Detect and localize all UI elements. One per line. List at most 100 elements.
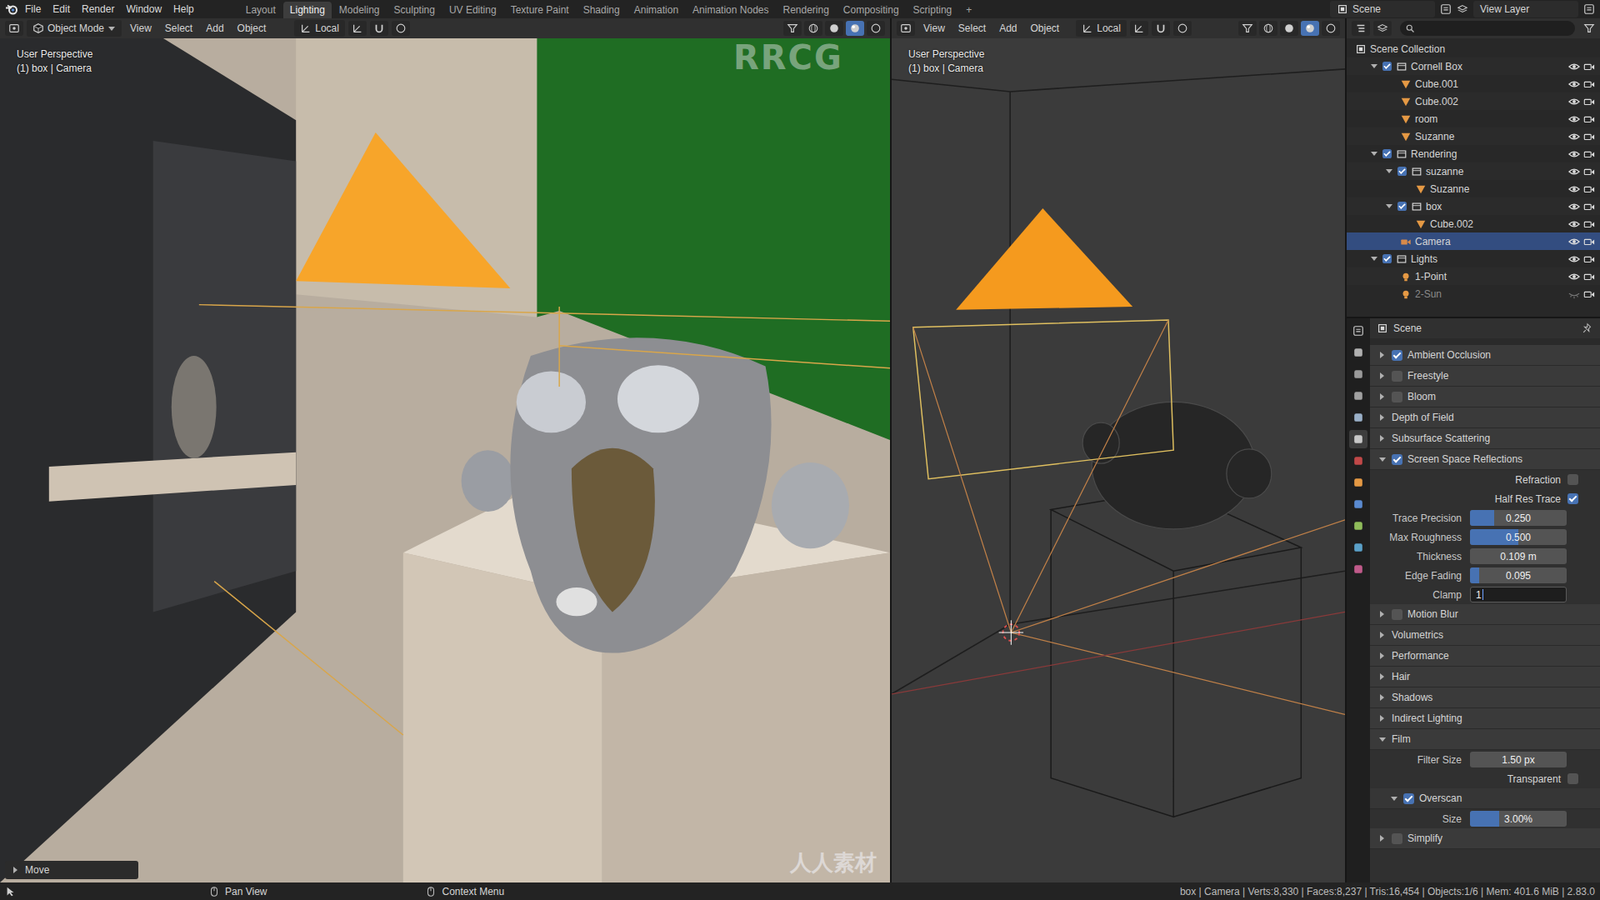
render-camera-icon[interactable] [1583,130,1595,143]
workspace-tab[interactable]: Lighting [283,1,332,19]
outliner-row[interactable]: Rendering [1346,145,1600,163]
outliner-label[interactable]: 1-Point [1415,270,1565,283]
render-camera-icon[interactable] [1583,235,1595,248]
menu-item[interactable]: Edit [47,0,75,19]
panel-header[interactable]: Simplify [1370,828,1600,850]
mode-dropdown[interactable]: Object Mode [26,20,122,37]
expand-arrow[interactable] [1385,204,1393,209]
shading-button[interactable] [845,20,865,36]
header-menu[interactable]: View [125,20,157,37]
view-layer-selector[interactable]: View Layer [1473,0,1579,18]
outliner-label[interactable]: Cube.002 [1415,95,1565,108]
outliner-label[interactable]: Suzanne [1430,183,1565,195]
panel-checkbox[interactable] [1391,391,1403,403]
panel-checkbox[interactable] [1403,793,1415,805]
panel-title[interactable]: Bloom [1407,390,1436,403]
header-menu[interactable]: Select [160,20,198,37]
editor-type-button[interactable] [1351,20,1370,36]
text-input[interactable]: 1 [1470,586,1567,603]
visible-eye-icon[interactable] [1568,148,1580,160]
slider-field[interactable]: 3.00% [1470,810,1567,827]
visible-eye-icon[interactable] [1568,183,1580,195]
expand-arrow[interactable] [1370,64,1378,69]
render-camera-icon[interactable] [1583,95,1595,108]
header-menu[interactable]: View [918,20,950,37]
panel-header[interactable]: Overscan [1370,788,1600,810]
expand-arrow[interactable] [1380,414,1385,421]
scene-name[interactable]: Scene [1352,1,1381,17]
outliner-row[interactable]: Cube.002 [1346,215,1600,233]
shading-button[interactable] [1300,20,1320,36]
header-menu[interactable]: Select [953,20,991,37]
property-checkbox[interactable] [1567,773,1579,785]
orientation-dropdown[interactable]: Local [1075,20,1127,37]
render-camera-icon[interactable] [1583,78,1595,90]
panel-header[interactable]: Bloom [1370,386,1600,408]
viewport-canvas[interactable]: User Perspective(1) box | Camera [891,38,1345,883]
expand-arrow[interactable] [1379,737,1386,742]
editor-type-button[interactable] [1349,321,1368,340]
exclude-checkbox[interactable] [1382,149,1392,159]
workspace-tab[interactable]: Layout [239,1,283,19]
panel-header[interactable]: Indirect Lighting [1370,708,1600,730]
expand-arrow[interactable] [1380,351,1385,359]
render-camera-icon[interactable] [1583,200,1595,213]
workspace-tab[interactable]: Texture Paint [504,1,576,19]
panel-checkbox[interactable] [1391,370,1403,382]
add-workspace-button[interactable]: + [959,1,979,19]
menu-item[interactable]: Render [76,0,120,19]
shading-button[interactable] [1259,20,1278,36]
header-tool[interactable] [1130,20,1149,36]
exclude-checkbox[interactable] [1382,61,1392,71]
operator-name[interactable]: Move [25,864,50,876]
expand-arrow[interactable] [1379,457,1386,462]
outliner-row[interactable]: suzanne [1346,162,1600,180]
outliner-row[interactable]: Scene Collection [1346,40,1600,58]
outliner-label[interactable]: Cube.002 [1430,218,1565,230]
panel-header[interactable]: Volumetrics [1370,625,1600,646]
visible-eye-icon[interactable] [1568,270,1580,283]
render-camera-icon[interactable] [1583,165,1595,178]
outliner-row[interactable]: Cube.002 [1346,92,1600,110]
workspace-tab[interactable]: Animation Nodes [685,1,775,19]
properties-tab[interactable] [1349,473,1368,492]
editor-type-button[interactable] [896,20,915,36]
properties-tab[interactable] [1349,386,1368,405]
visible-eye-icon[interactable] [1568,165,1580,178]
panel-header[interactable]: Shadows [1370,687,1600,709]
property-checkbox[interactable] [1567,493,1579,505]
outliner-row[interactable]: 2-Sun [1346,285,1600,303]
visible-eye-icon[interactable] [1568,200,1580,213]
panel-checkbox[interactable] [1391,833,1403,845]
expand-arrow[interactable] [1380,393,1385,400]
pin-icon[interactable] [1581,322,1594,335]
properties-tab[interactable] [1349,365,1368,384]
shading-button[interactable] [1280,20,1299,36]
panel-title[interactable]: Indirect Lighting [1391,712,1463,725]
shading-button[interactable] [1238,20,1257,36]
outliner-row[interactable]: Lights [1346,250,1600,268]
visible-eye-icon[interactable] [1568,235,1580,248]
workspace-tab[interactable]: Scripting [906,1,960,19]
expand-arrow[interactable] [1385,169,1393,174]
panel-header[interactable]: Film [1370,729,1600,750]
expand-arrow[interactable] [1370,256,1378,261]
outliner-label[interactable]: Camera [1415,235,1565,248]
render-camera-icon[interactable] [1583,113,1595,125]
header-tool[interactable] [1173,20,1192,36]
panel-title[interactable]: Depth of Field [1391,411,1455,424]
slider-field[interactable]: 0.500 [1470,529,1567,545]
orientation-label[interactable]: Local [315,20,340,36]
hidden-eye-icon[interactable] [1568,288,1580,300]
exclude-checkbox[interactable] [1397,166,1407,176]
panel-header[interactable]: Hair [1370,666,1600,688]
blender-logo-icon[interactable] [5,2,19,16]
panel-title[interactable]: Motion Blur [1407,608,1459,620]
filter-icon[interactable] [1583,22,1595,35]
header-tool[interactable] [370,20,389,36]
shading-button[interactable] [866,20,885,36]
menu-item[interactable]: Window [120,0,167,19]
viewport-canvas[interactable]: User Perspective(1) box | CameraMoveRRCG… [0,38,890,883]
shading-button[interactable] [783,20,802,36]
expand-arrow[interactable] [1380,372,1385,380]
